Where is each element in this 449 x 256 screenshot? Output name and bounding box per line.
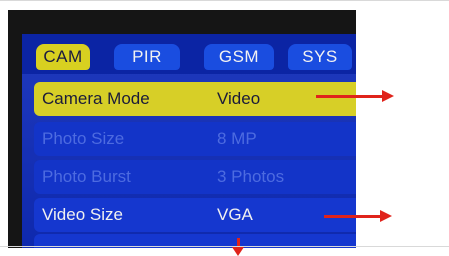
menu-row-value: 3 Photos <box>217 167 285 186</box>
bottom-divider <box>0 246 449 247</box>
menu-row-photo-size: Photo Size 8 MP <box>34 122 356 156</box>
menu-row-value: Video <box>217 89 261 108</box>
tab-pir[interactable]: PIR <box>114 44 180 70</box>
menu-row-video-size[interactable]: Video Size VGA <box>34 198 356 232</box>
menu-row-photo-burst: Photo Burst 3 Photos <box>34 160 356 194</box>
menu-row-label: Photo Size <box>42 129 125 148</box>
tab-gsm[interactable]: GSM <box>204 44 274 70</box>
tab-sys[interactable]: SYS <box>288 44 352 70</box>
annotation-arrow-right-icon <box>316 90 394 102</box>
tab-bar: CAM PIR GSM SYS <box>22 34 356 74</box>
top-divider <box>0 0 449 1</box>
menu-row-value: 8 MP <box>217 129 257 148</box>
menu-row-camera-mode[interactable]: Camera Mode Video <box>34 82 356 116</box>
menu-row-label: Photo Burst <box>42 167 131 186</box>
annotation-arrow-right-icon <box>324 210 392 222</box>
lcd-screen: CAM PIR GSM SYS Camera Mode Video Photo … <box>22 34 356 248</box>
tab-cam[interactable]: CAM <box>36 44 90 70</box>
menu-row-label: Camera Mode <box>42 89 150 108</box>
menu-row-label: Video Size <box>42 205 123 224</box>
photo-frame: CAM PIR GSM SYS Camera Mode Video Photo … <box>0 0 449 256</box>
menu-row-value: VGA <box>217 205 253 224</box>
